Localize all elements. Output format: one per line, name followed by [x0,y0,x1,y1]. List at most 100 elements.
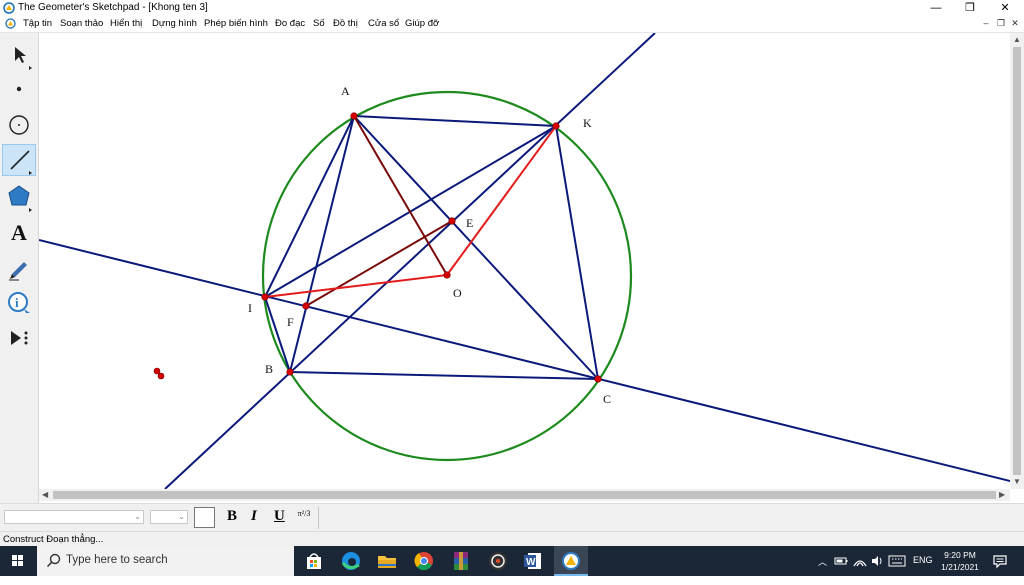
text-color-swatch[interactable] [194,507,215,528]
segment-ak [353,115,557,127]
label-o: O [453,286,462,300]
math-format-button[interactable]: π²/3 [295,509,313,518]
status-bar: Construct Đoạn thẳng... [0,531,1024,547]
start-button[interactable] [0,546,36,576]
label-a: A [341,84,350,98]
information-tool[interactable]: i [2,287,36,319]
text-format-bar: ⌄ ⌄ B I U π²/3 [0,503,1024,531]
vertical-scroll-thumb[interactable] [1013,47,1021,475]
point-e [448,217,456,225]
chrome-icon[interactable] [410,549,438,573]
menu-construct[interactable]: Dựng hình [152,18,197,29]
geometry-sketch: A K E O I F B C [39,33,1010,489]
show-hidden-icons-chevron-icon[interactable]: ︿ [818,555,827,585]
sketchpad-taskbar-button[interactable] [554,546,588,576]
line-segment-icon [10,150,32,175]
windows-store-icon[interactable] [300,549,328,573]
file-explorer-icon[interactable] [373,549,401,573]
search-icon [46,553,61,568]
scroll-down-arrow-icon[interactable]: ▼ [1013,476,1021,488]
compass-tool[interactable] [2,109,36,141]
scroll-left-arrow-icon[interactable]: ◀ [42,489,48,501]
point-icon [16,86,22,92]
taskbar-search-box[interactable]: Type here to search [37,546,294,576]
marker-tool[interactable] [2,252,36,284]
line-bk [164,33,656,489]
point-f [302,302,310,310]
segment-ib [264,296,291,373]
volume-icon[interactable] [870,554,884,584]
taskbar: Type here to search W ︿ ENG 9:20 PM 1/21… [0,546,1024,576]
label-e: E [466,216,473,230]
battery-icon[interactable] [834,554,848,584]
toolbar-divider [318,507,319,529]
clock[interactable]: 9:20 PM 1/21/2021 [930,549,990,573]
bold-button[interactable]: B [227,508,237,525]
menu-bar: Tập tin Soạn thảo Hiển thị Dựng hình Phé… [0,16,1024,33]
point-i [261,293,269,301]
arrow-select-tool[interactable] [2,39,36,71]
info-i-glyph: i [15,295,19,310]
label-k: K [583,116,592,130]
sketchpad-icon [562,552,580,570]
vertical-scrollbar[interactable]: ▲ ▼ [1010,33,1024,489]
point-tool[interactable] [2,73,36,105]
document-icon[interactable] [5,18,16,29]
menu-help[interactable]: Giúp đỡ [405,18,439,29]
label-i: I [248,301,252,315]
sketch-canvas[interactable]: A K E O I F B C [39,33,1010,489]
wifi-icon[interactable] [853,554,867,584]
restore-button[interactable]: ❐ [953,0,987,16]
scroll-right-arrow-icon[interactable]: ▶ [999,489,1005,501]
window-title: The Geometer's Sketchpad - [Khong ten 3] [18,2,208,13]
point-k [552,122,560,130]
label-c: C [603,392,611,406]
underline-button[interactable]: U [274,508,285,525]
point-b [286,368,294,376]
doc-close-button[interactable]: ✕ [1008,17,1022,30]
menu-graph[interactable]: Đồ thị [333,18,358,29]
label-f: F [287,315,294,329]
chevron-down-icon: ⌄ [134,512,141,521]
horizontal-scroll-thumb[interactable] [53,491,996,499]
point-o [443,271,451,279]
svg-text:W: W [526,557,536,568]
point-c [594,375,602,383]
menu-transform[interactable]: Phép biến hình [204,18,268,29]
edge-icon[interactable] [337,549,365,573]
menu-file[interactable]: Tập tin [23,18,52,29]
word-icon[interactable]: W [519,549,547,573]
clock-time: 9:20 PM [944,550,976,560]
doc-restore-button[interactable]: ❐ [994,17,1008,30]
italic-button[interactable]: I [251,508,257,525]
menu-window[interactable]: Cửa sổ [368,18,399,29]
menu-display[interactable]: Hiển thị [110,18,142,29]
close-button[interactable]: ✕ [988,0,1022,16]
polygon-tool[interactable] [2,181,36,213]
minimize-button[interactable]: — [919,0,953,16]
winrar-icon[interactable] [447,549,475,573]
media-player-icon[interactable] [484,549,512,573]
doc-minimize-button[interactable]: – [979,17,993,30]
custom-tool[interactable] [2,322,36,354]
horizontal-scrollbar[interactable]: ◀ ▶ [39,489,1010,501]
status-text: Construct Đoạn thẳng... [3,534,104,545]
search-placeholder: Type here to search [66,554,168,566]
menu-number[interactable]: Số [313,18,325,29]
custom-tool-icon [11,331,28,345]
pentagon-icon [8,185,32,212]
menu-measure[interactable]: Đo đạc [275,18,305,29]
segment-fe [305,220,453,307]
notifications-icon[interactable] [992,553,1008,583]
stray-point-1 [153,367,161,375]
menu-edit[interactable]: Soạn thảo [60,18,103,29]
scroll-up-arrow-icon[interactable]: ▲ [1013,34,1021,46]
sketchpad-app-icon [3,2,15,14]
font-family-select[interactable]: ⌄ [4,510,144,524]
keyboard-icon[interactable] [888,554,906,584]
font-size-select[interactable]: ⌄ [150,510,188,524]
segment-io [264,274,448,298]
straightedge-tool[interactable] [2,144,36,176]
text-tool[interactable]: A [2,216,36,248]
line-ic [39,239,1010,483]
